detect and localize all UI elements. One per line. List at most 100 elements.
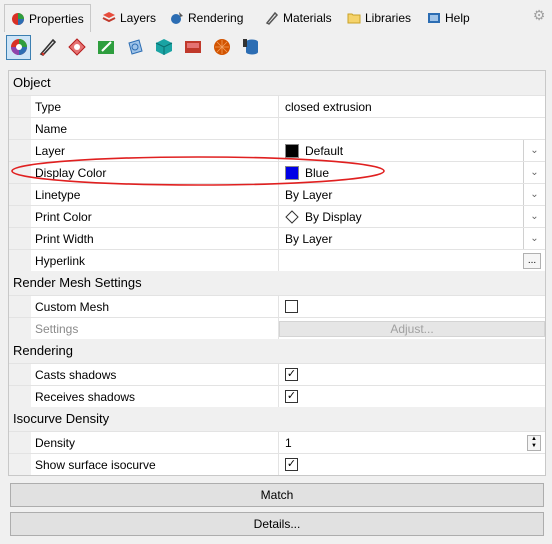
row-custom-mesh: Custom Mesh (9, 295, 545, 317)
database-icon (242, 39, 258, 55)
row-label: Print Width (31, 228, 279, 249)
database-button[interactable] (238, 35, 263, 60)
details-button[interactable]: Details... (10, 512, 544, 536)
density-spinner[interactable]: ▲ ▼ (527, 435, 541, 451)
tab-help[interactable]: Help (420, 6, 477, 30)
libraries-icon (347, 11, 361, 25)
tab-rendering[interactable]: Rendering (163, 6, 250, 30)
row-print-color: Print Color By Display ⌄ (9, 205, 545, 227)
tab-label: Rendering (188, 11, 244, 25)
display-color-select[interactable]: Blue (279, 162, 523, 183)
row-label: Density (31, 432, 279, 453)
show-isocurve-checkbox[interactable]: ✓ (285, 458, 298, 471)
section-isocurve: Isocurve Density (9, 407, 545, 431)
properties-icon (11, 12, 25, 26)
row-label: Type (31, 96, 279, 117)
properties-toolbar (6, 32, 263, 62)
object-properties-button[interactable] (6, 34, 31, 60)
property-grid: Object Type closed extrusion Name Layer … (8, 70, 546, 476)
tab-layers[interactable]: Layers (95, 6, 163, 30)
name-field[interactable] (279, 118, 545, 139)
row-display-color: Display Color Blue ⌄ (9, 161, 545, 183)
row-name: Name (9, 117, 545, 139)
decal-button[interactable] (64, 35, 89, 60)
row-density: Density 1 ▲ ▼ (9, 431, 545, 453)
curve-button[interactable] (35, 35, 60, 60)
gear-icon[interactable]: ⚙ (532, 8, 546, 22)
render-mesh-button[interactable] (209, 35, 234, 60)
layers-icon (102, 11, 116, 25)
casts-shadows-checkbox[interactable]: ✓ (285, 368, 298, 381)
tab-label: Materials (283, 11, 332, 25)
light-button[interactable] (180, 35, 205, 60)
row-hyperlink: Hyperlink ... (9, 249, 545, 271)
hyperlink-field[interactable]: ... (279, 250, 545, 271)
row-label: Show surface isocurve (31, 454, 279, 475)
print-width-select[interactable]: By Layer (279, 228, 523, 249)
row-label: Casts shadows (31, 364, 279, 385)
tab-label: Properties (29, 11, 84, 26)
row-label: Display Color (31, 162, 279, 183)
display-color-swatch (285, 165, 299, 180)
adjust-button[interactable]: Adjust... (279, 320, 545, 337)
light-icon (184, 41, 201, 53)
tab-libraries[interactable]: Libraries (340, 6, 418, 30)
row-label: Receives shadows (31, 386, 279, 407)
edit-geometry-icon (97, 41, 114, 54)
chevron-down-icon[interactable]: ⌄ (523, 162, 545, 183)
chevron-down-icon[interactable]: ⌄ (523, 184, 545, 205)
decal-icon (67, 38, 86, 56)
render-mesh-icon (213, 39, 230, 55)
section-rendering: Rendering (9, 339, 545, 363)
row-show-isocurve: Show surface isocurve ✓ (9, 453, 545, 475)
row-label: Print Color (31, 206, 279, 227)
row-label: Hyperlink (31, 250, 279, 271)
display-color-value: Blue (305, 165, 330, 180)
print-color-value: By Display (305, 209, 362, 224)
help-icon (427, 11, 441, 25)
row-label: Custom Mesh (31, 296, 279, 317)
custom-mesh-checkbox[interactable] (285, 300, 298, 313)
layer-value: Default (305, 143, 344, 158)
row-print-width: Print Width By Layer ⌄ (9, 227, 545, 249)
row-receives-shadows: Receives shadows ✓ (9, 385, 545, 407)
texture-mapping-button[interactable] (122, 35, 147, 60)
chevron-down-icon[interactable]: ⌄ (523, 206, 545, 227)
hyperlink-browse-button[interactable]: ... (523, 252, 541, 269)
by-display-diamond-icon (285, 209, 299, 224)
density-field[interactable]: 1 ▲ ▼ (279, 432, 545, 453)
spin-up-icon: ▲ (531, 436, 537, 442)
layer-select[interactable]: Default (279, 140, 523, 161)
row-linetype: Linetype By Layer ⌄ (9, 183, 545, 205)
linetype-select[interactable]: By Layer (279, 184, 523, 205)
cube-icon (155, 39, 172, 55)
row-label: Name (31, 118, 279, 139)
print-color-select[interactable]: By Display (279, 206, 523, 227)
row-casts-shadows: Casts shadows ✓ (9, 363, 545, 385)
curve-icon (39, 38, 56, 56)
tab-label: Libraries (365, 11, 412, 25)
chevron-down-icon[interactable]: ⌄ (523, 228, 545, 249)
row-label: Linetype (31, 184, 279, 205)
spin-down-icon: ▼ (531, 443, 537, 449)
row-label: Layer (31, 140, 279, 161)
cube-button[interactable] (151, 35, 176, 60)
section-object: Object (9, 71, 545, 95)
density-value: 1 (285, 435, 292, 450)
tab-bar: Properties Layers Rendering Materials Li… (0, 0, 552, 32)
row-label: Settings (31, 318, 279, 339)
match-button[interactable]: Match (10, 483, 544, 507)
layer-color-swatch (285, 143, 299, 158)
materials-icon (265, 11, 279, 25)
tab-materials[interactable]: Materials (258, 6, 339, 30)
tab-properties[interactable]: Properties (4, 4, 91, 32)
edit-geometry-button[interactable] (93, 35, 118, 60)
tab-label: Layers (120, 11, 157, 25)
row-settings: Settings Adjust... (9, 317, 545, 339)
rendering-icon (170, 11, 184, 25)
object-properties-icon (10, 39, 27, 55)
chevron-down-icon[interactable]: ⌄ (523, 140, 545, 161)
receives-shadows-checkbox[interactable]: ✓ (285, 390, 298, 403)
type-value: closed extrusion (285, 99, 372, 114)
tab-label: Help (445, 11, 470, 25)
